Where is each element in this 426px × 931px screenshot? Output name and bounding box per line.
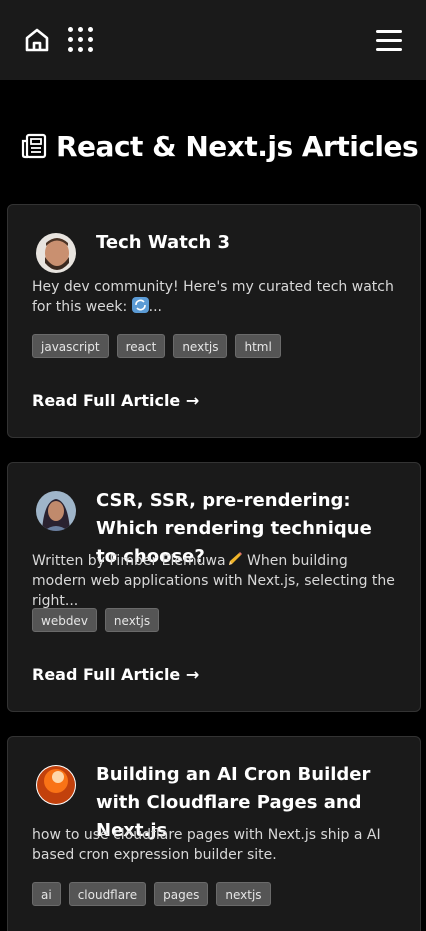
article-excerpt: Hey dev community! Here's my curated tec… [32, 277, 402, 317]
tag-list: ai cloudflare pages nextjs [32, 882, 271, 906]
tag-nextjs[interactable]: nextjs [216, 882, 271, 906]
page-heading: React & Next.js Articles [56, 129, 419, 163]
tag-ai[interactable]: ai [32, 882, 61, 906]
pencil-emoji-icon [226, 551, 243, 567]
article-card: CSR, SSR, pre-rendering: Which rendering… [7, 462, 421, 712]
tag-cloudflare[interactable]: cloudflare [68, 882, 147, 906]
read-full-article-link[interactable]: Read Full Article → [32, 665, 199, 684]
tag-list: webdev nextjs [32, 608, 160, 632]
excerpt-ellipsis: ... [148, 299, 163, 315]
tag-pages[interactable]: pages [154, 882, 209, 906]
top-navigation-bar [0, 0, 426, 80]
article-card: Tech Watch 3 Hey dev community! Here's m… [7, 204, 421, 438]
author-avatar [36, 491, 76, 531]
author-avatar [36, 233, 76, 273]
article-excerpt: Written by Fimber Elemuwa When building … [32, 551, 402, 611]
cycle-arrows-emoji-icon [131, 297, 149, 313]
article-card: Building an AI Cron Builder with Cloudfl… [7, 736, 421, 931]
tag-nextjs[interactable]: nextjs [173, 334, 228, 358]
page-title: React & Next.js Articles [20, 126, 420, 166]
home-icon[interactable] [22, 25, 52, 55]
article-excerpt: how to use cloudflare pages with Next.js… [32, 827, 381, 863]
author-avatar [36, 765, 76, 805]
read-full-article-link[interactable]: Read Full Article → [32, 391, 199, 410]
tag-html[interactable]: html [235, 334, 281, 358]
excerpt-text: Written by Fimber Elemuwa [32, 553, 226, 569]
hamburger-menu-icon[interactable] [374, 26, 404, 54]
tag-react[interactable]: react [116, 334, 166, 358]
tag-webdev[interactable]: webdev [32, 608, 97, 632]
apps-grid-icon[interactable] [68, 27, 94, 53]
tag-list: javascript react nextjs html [32, 334, 281, 358]
tag-nextjs[interactable]: nextjs [104, 608, 160, 632]
tag-javascript[interactable]: javascript [32, 334, 109, 358]
article-title[interactable]: Tech Watch 3 [96, 229, 396, 257]
excerpt-text: Hey dev community! Here's my curated tec… [32, 279, 394, 315]
newspaper-icon [20, 132, 48, 160]
